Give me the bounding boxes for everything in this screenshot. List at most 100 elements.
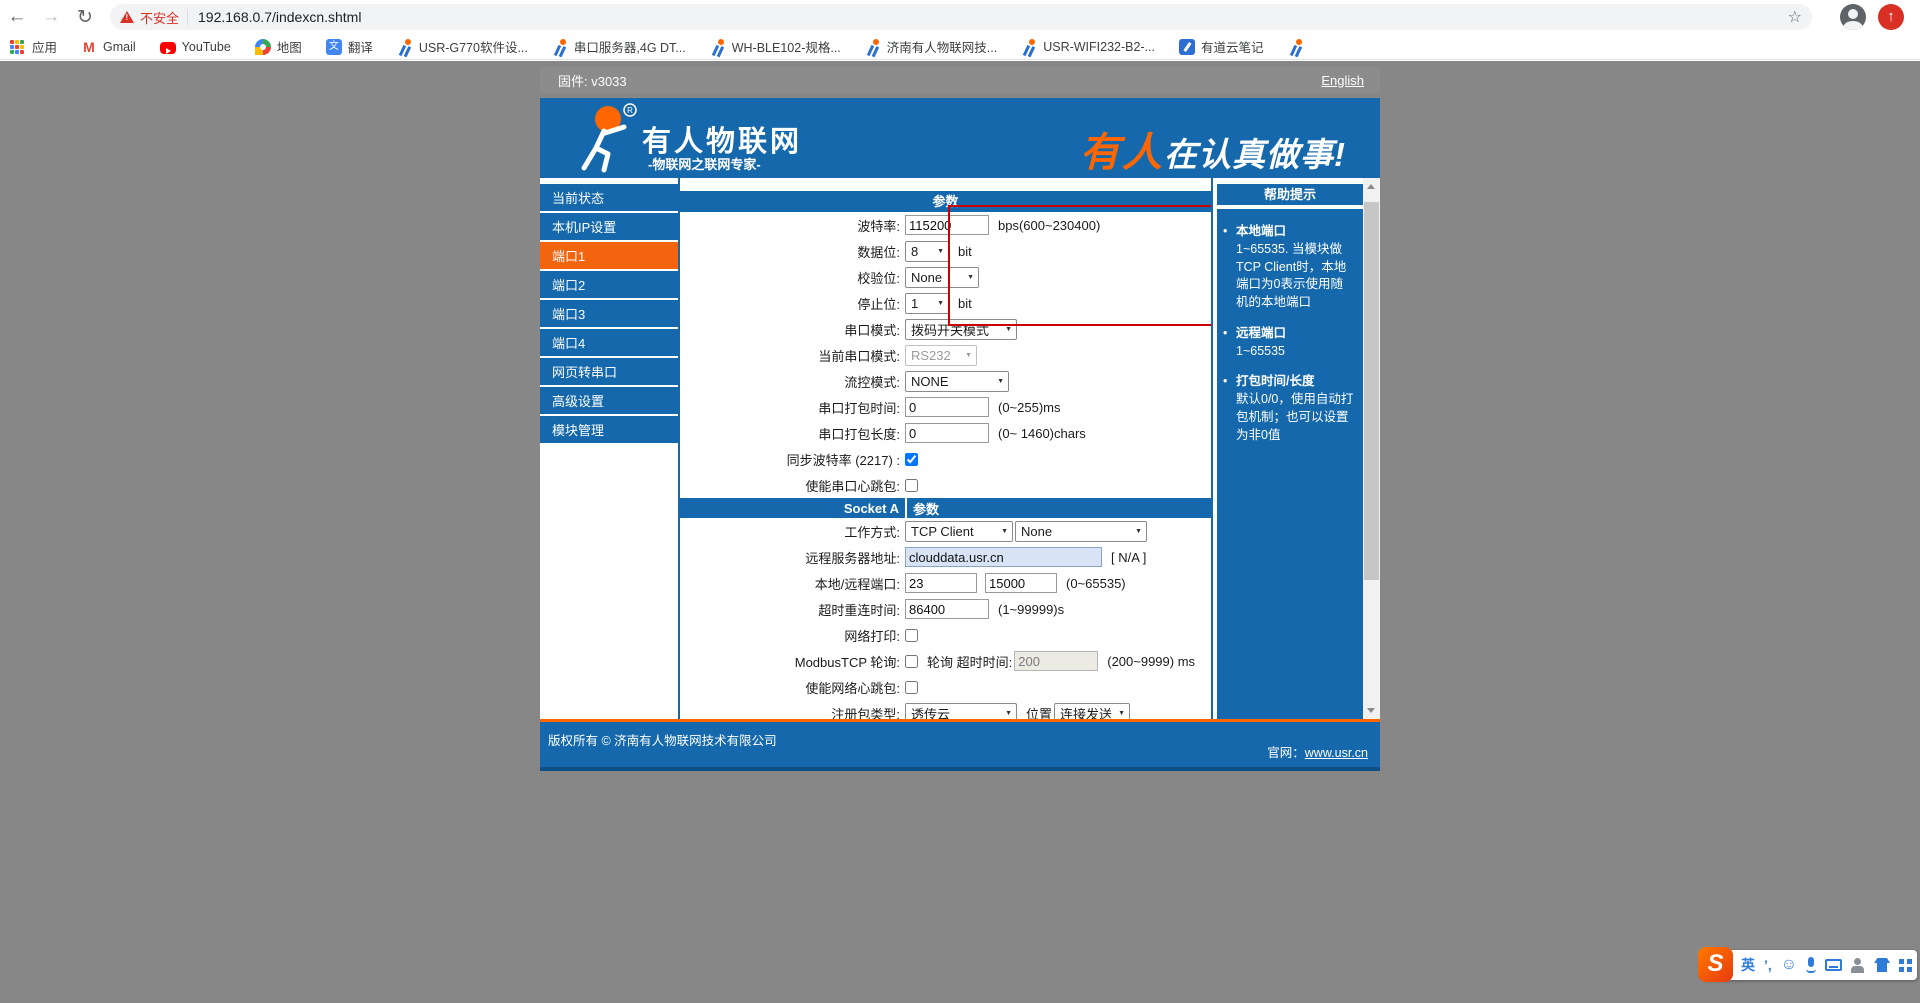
bookmark-translate[interactable]: 文 翻译 xyxy=(326,37,373,56)
bookmark-youtube[interactable]: YouTube xyxy=(160,40,231,54)
bookmark-maps[interactable]: 地图 xyxy=(255,37,302,56)
pack-time-range: (0~255)ms xyxy=(998,400,1061,415)
data-bits-select[interactable]: 8 xyxy=(905,241,949,262)
parity-select[interactable]: None xyxy=(905,267,979,288)
net-heartbeat-checkbox[interactable] xyxy=(905,681,918,694)
sync-baud-label: 同步波特率 (2217) : xyxy=(680,450,905,469)
back-icon[interactable]: ← xyxy=(0,6,34,28)
row-net-heartbeat: 使能网络心跳包: xyxy=(680,674,1211,700)
ime-account-icon[interactable] xyxy=(1851,958,1865,973)
sidebar-item-current-status[interactable]: 当前状态 xyxy=(540,184,678,213)
ime-punctuation-toggle[interactable]: ’, xyxy=(1764,957,1772,973)
maps-icon xyxy=(255,39,271,55)
sync-baud-checkbox[interactable] xyxy=(905,453,918,466)
row-flow-control: 流控模式: NONE xyxy=(680,368,1211,394)
baud-rate-range: bps(600~230400) xyxy=(998,218,1100,233)
emoji-icon[interactable]: ☺ xyxy=(1781,957,1797,973)
socket-a-params-title: 参数 xyxy=(907,499,939,518)
bookmarks-bar: 应用 M Gmail YouTube 地图 文 翻译 USR-G770软件设..… xyxy=(0,34,1920,60)
net-print-checkbox[interactable] xyxy=(905,629,918,642)
work-mode-sub-select[interactable]: None xyxy=(1015,521,1147,542)
usr-site-link[interactable]: www.usr.cn xyxy=(1305,746,1368,760)
net-heartbeat-label: 使能网络心跳包: xyxy=(680,678,905,697)
keyboard-icon[interactable] xyxy=(1825,959,1842,971)
brand-banner: R 有人物联网 -物联网之联网专家- 有人在认真做事! xyxy=(540,98,1380,178)
reconnect-time-range: (1~99999)s xyxy=(998,602,1064,617)
firmware-version: 固件: v3033 xyxy=(558,71,627,90)
bookmark-wh-ble102[interactable]: WH-BLE102-规格... xyxy=(710,37,841,56)
row-remote-server: 远程服务器地址: [ N/A ] xyxy=(680,544,1211,570)
scrollbar-thumb[interactable] xyxy=(1364,202,1379,580)
current-serial-mode-select: RS232 xyxy=(905,345,977,366)
ime-language-toggle[interactable]: 英 xyxy=(1741,955,1755,975)
microphone-icon[interactable] xyxy=(1806,957,1816,973)
bookmark-apps[interactable]: 应用 xyxy=(10,37,57,56)
forward-icon[interactable]: → xyxy=(34,6,68,28)
work-mode-select[interactable]: TCP Client xyxy=(905,521,1013,542)
remote-server-input[interactable] xyxy=(905,547,1102,567)
sogou-logo-icon[interactable]: S xyxy=(1698,947,1733,982)
scroll-up-icon[interactable] xyxy=(1363,178,1380,195)
bookmark-usr-g770[interactable]: USR-G770软件设... xyxy=(397,37,528,56)
flow-control-select[interactable]: NONE xyxy=(905,371,1009,392)
serial-heartbeat-checkbox[interactable] xyxy=(905,479,918,492)
sidebar-menu: 当前状态 本机IP设置 端口1 端口2 端口3 端口4 网页转串口 高级设置 模… xyxy=(540,184,678,445)
sidebar-item-local-ip[interactable]: 本机IP设置 xyxy=(540,213,678,242)
form-title: 参数 xyxy=(680,191,1211,212)
baud-rate-input[interactable] xyxy=(905,215,989,235)
scroll-down-icon[interactable] xyxy=(1363,702,1380,719)
current-serial-mode-label: 当前串口模式: xyxy=(680,346,905,365)
address-bar[interactable]: ! 不安全 192.168.0.7/indexcn.shtml ☆ xyxy=(110,4,1812,30)
bookmark-usr-home[interactable] xyxy=(1288,39,1304,55)
stop-bits-unit: bit xyxy=(958,296,972,311)
local-port-input[interactable] xyxy=(905,573,977,593)
help-title: 帮助提示 xyxy=(1217,184,1363,205)
page-background: 固件: v3033 English R 有人物联网 -物联网之联网专家- 有人在… xyxy=(0,61,1920,1003)
reload-icon[interactable]: ↻ xyxy=(68,6,102,29)
content-scrollbar[interactable] xyxy=(1363,178,1380,719)
not-secure-label[interactable]: 不安全 xyxy=(140,8,179,27)
ime-skin-icon[interactable] xyxy=(1874,958,1890,972)
apps-grid-icon xyxy=(10,39,26,55)
bookmark-gmail[interactable]: M Gmail xyxy=(81,39,136,55)
pack-time-input[interactable] xyxy=(905,397,989,417)
bookmark-serial-server[interactable]: 串口服务器,4G DT... xyxy=(552,37,686,56)
sidebar-item-port3[interactable]: 端口3 xyxy=(540,300,678,329)
modbus-timeout-input xyxy=(1014,651,1098,671)
sidebar-item-port4[interactable]: 端口4 xyxy=(540,329,678,358)
help-body: 本地端口1~65535. 当模块做TCP Client时，本地端口为0表示使用随… xyxy=(1217,209,1363,719)
bookmark-usr-wifi232[interactable]: USR-WIFI232-B2-... xyxy=(1021,39,1155,55)
profile-avatar[interactable] xyxy=(1840,4,1866,30)
pack-length-range: (0~ 1460)chars xyxy=(998,426,1086,441)
remote-port-input[interactable] xyxy=(985,573,1057,593)
bookmark-star-icon[interactable]: ☆ xyxy=(1788,7,1802,27)
sidebar-item-advanced[interactable]: 高级设置 xyxy=(540,387,678,416)
reconnect-time-label: 超时重连时间: xyxy=(680,600,905,619)
registration-position-select[interactable]: 连接发送 xyxy=(1054,703,1130,720)
youtube-icon xyxy=(160,42,176,54)
usr-runner-icon xyxy=(1288,39,1304,55)
sidebar-item-module-mgmt[interactable]: 模块管理 xyxy=(540,416,678,445)
serial-mode-select[interactable]: 拨码开关模式 xyxy=(905,319,1017,340)
sidebar-item-port2[interactable]: 端口2 xyxy=(540,271,678,300)
modbus-poll-checkbox[interactable] xyxy=(905,655,918,668)
stop-bits-select[interactable]: 1 xyxy=(905,293,949,314)
bookmark-youdao[interactable]: 有道云笔记 xyxy=(1179,37,1264,56)
not-secure-warning-icon[interactable]: ! xyxy=(120,11,134,23)
reconnect-time-input[interactable] xyxy=(905,599,989,619)
remote-server-label: 远程服务器地址: xyxy=(680,548,905,567)
row-sync-baud: 同步波特率 (2217) : xyxy=(680,446,1211,472)
sidebar-item-port1[interactable]: 端口1 xyxy=(540,242,678,271)
ime-toolbox-icon[interactable] xyxy=(1899,959,1904,964)
params-form: 参数 波特率: bps(600~230400) 数据位: 8 bit 校验位: … xyxy=(678,178,1213,719)
socket-a-header: Socket A 参数 xyxy=(680,498,1211,518)
english-link[interactable]: English xyxy=(1321,73,1364,88)
url-text[interactable]: 192.168.0.7/indexcn.shtml xyxy=(198,9,1788,25)
firmware-bar: 固件: v3033 English xyxy=(540,67,1380,93)
bookmark-jinan-usr[interactable]: 济南有人物联网技... xyxy=(865,37,997,56)
sidebar-item-web-to-serial[interactable]: 网页转串口 xyxy=(540,358,678,387)
pack-length-input[interactable] xyxy=(905,423,989,443)
row-serial-heartbeat: 使能串口心跳包: xyxy=(680,472,1211,498)
chrome-update-icon[interactable]: ↑ xyxy=(1878,4,1904,30)
registration-packet-select[interactable]: 透传云 xyxy=(905,703,1017,720)
